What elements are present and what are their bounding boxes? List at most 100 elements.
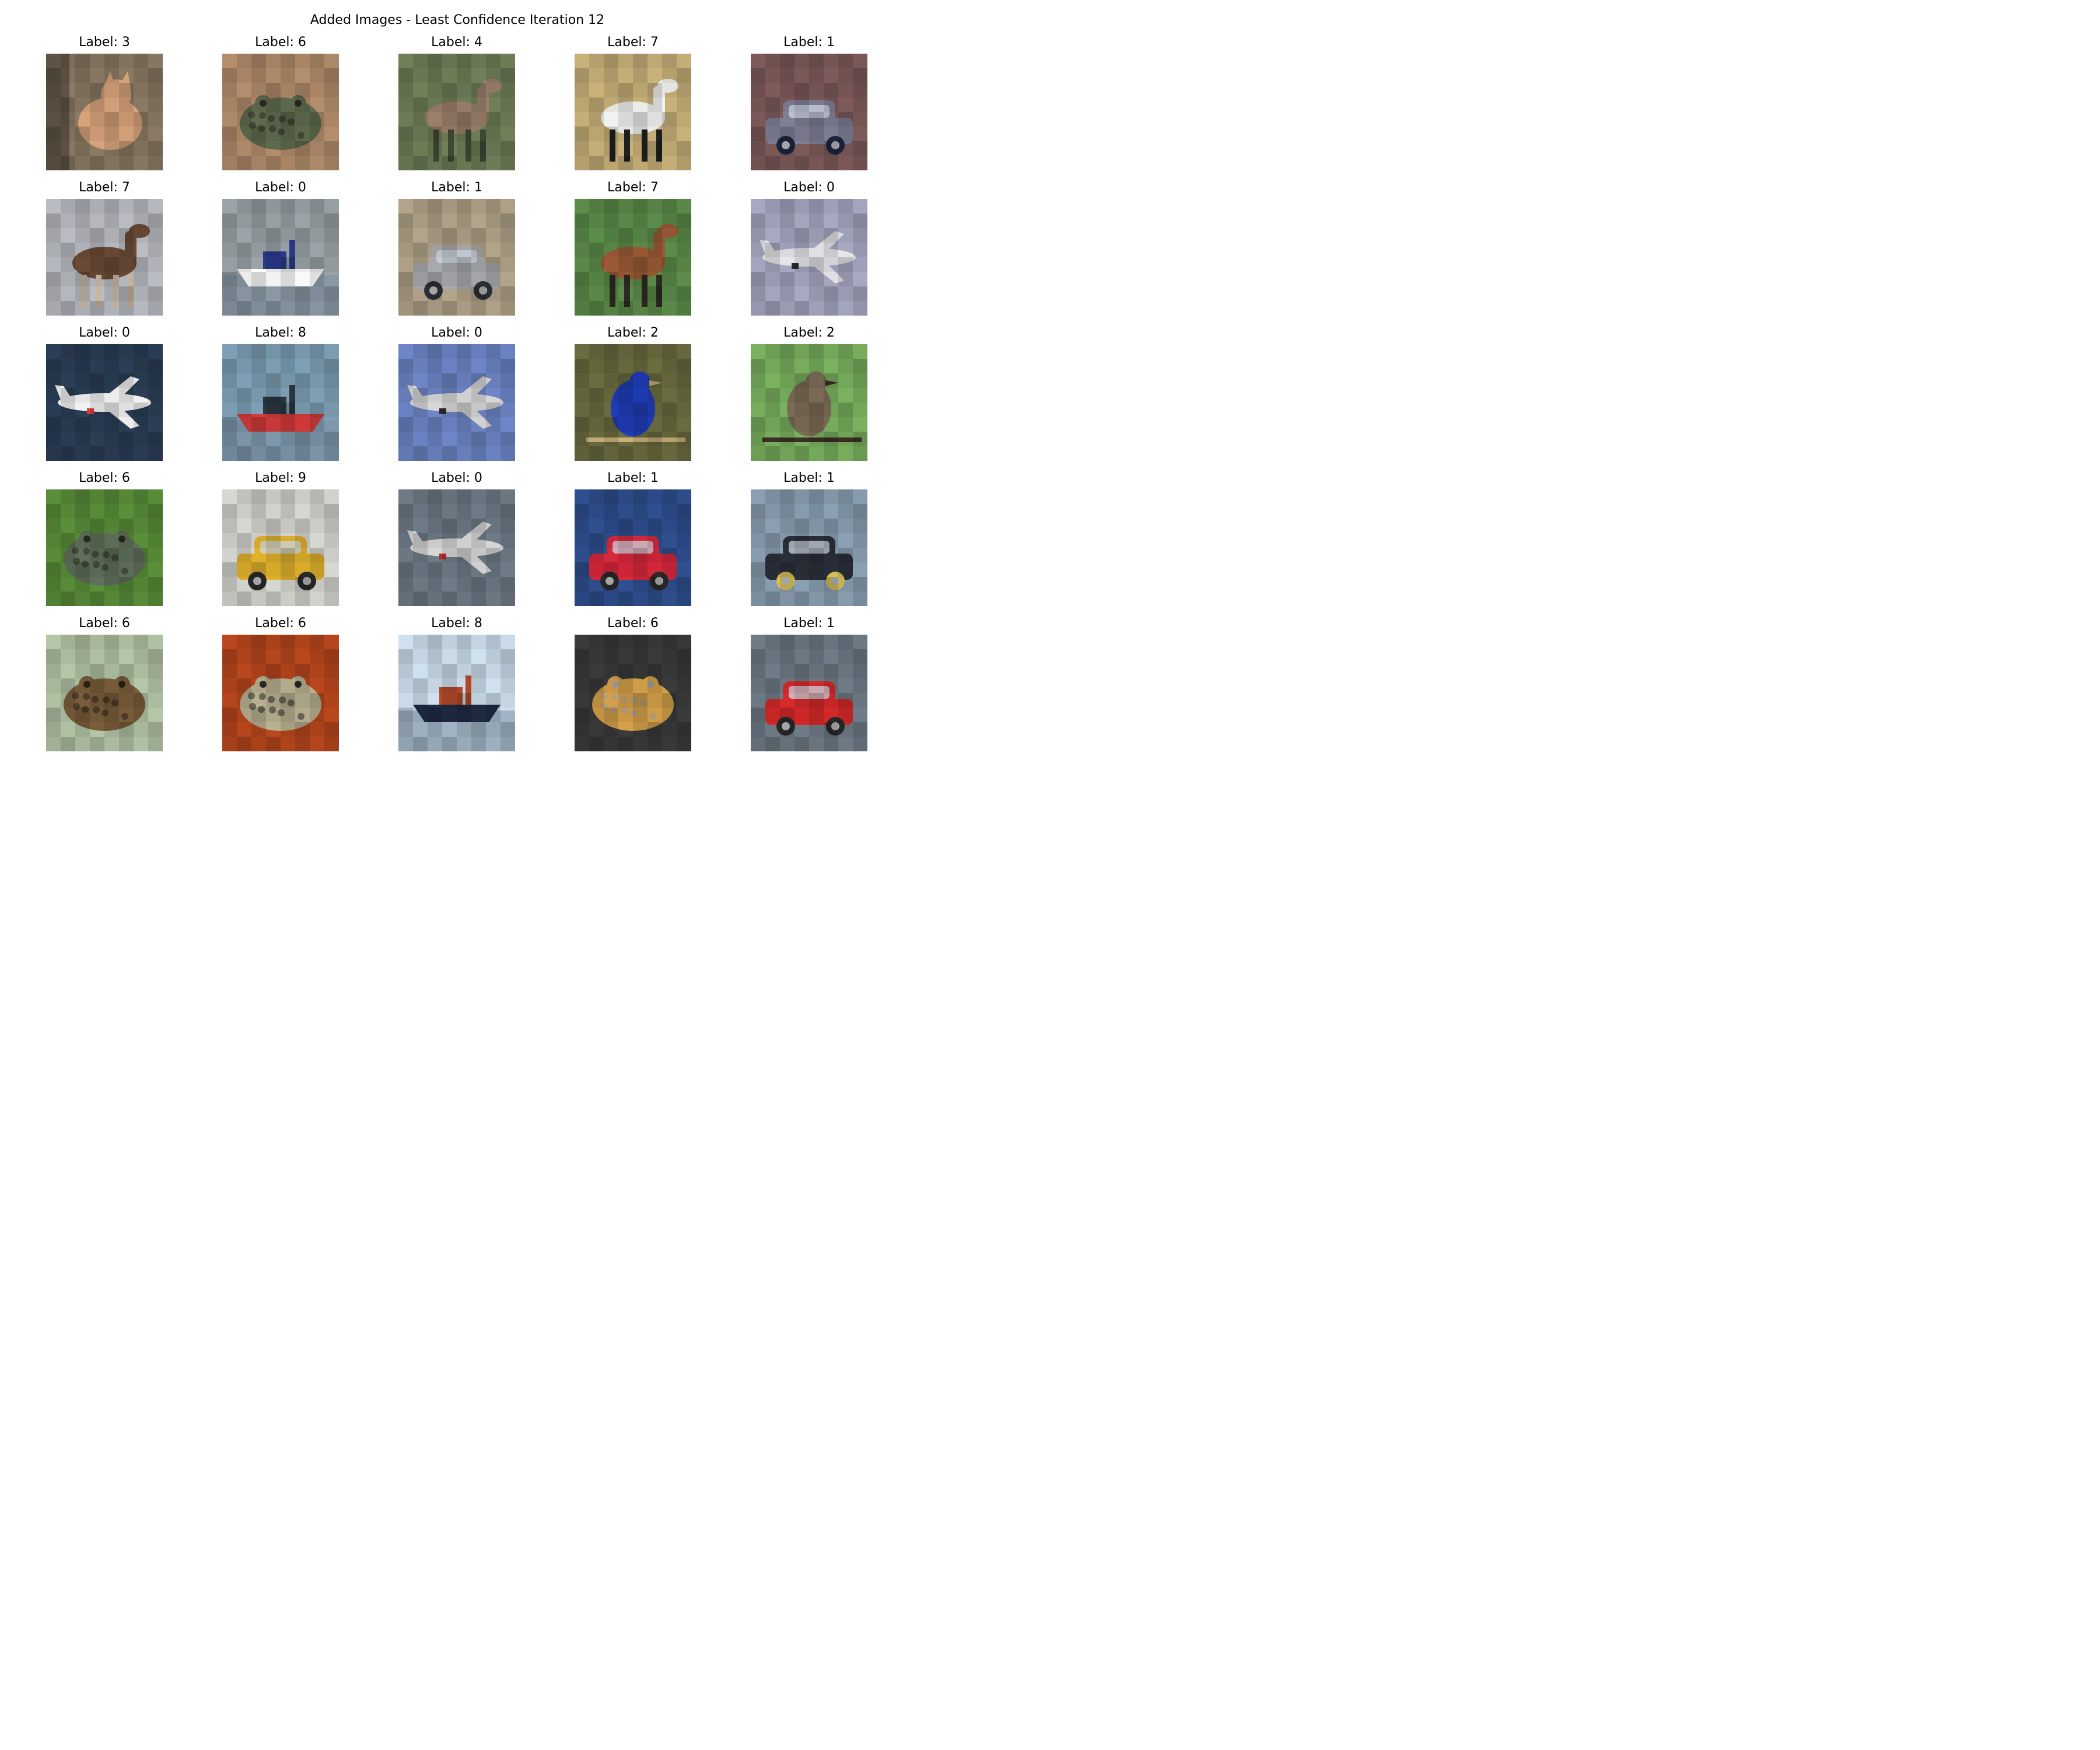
frog-image — [222, 54, 339, 170]
image-label: Label: 8 — [431, 616, 482, 631]
image-cell: Label: 4 — [398, 35, 515, 170]
bird-image — [751, 344, 867, 461]
automobile-image — [575, 489, 691, 606]
image-cell: Label: 0 — [398, 471, 515, 606]
image-cell: Label: 6 — [46, 616, 163, 751]
image-thumbnail — [575, 635, 691, 751]
image-thumbnail — [751, 199, 867, 316]
image-cell: Label: 7 — [575, 180, 691, 316]
image-thumbnail — [222, 344, 339, 461]
automobile-image — [751, 635, 867, 751]
image-cell: Label: 6 — [222, 616, 339, 751]
image-cell: Label: 1 — [751, 35, 867, 170]
image-label: Label: 6 — [255, 616, 306, 631]
image-cell: Label: 2 — [575, 326, 691, 461]
frog-image — [46, 489, 163, 606]
image-cell: Label: 7 — [46, 180, 163, 316]
image-label: Label: 6 — [79, 471, 130, 485]
automobile-image — [398, 199, 515, 316]
horse-image — [575, 54, 691, 170]
image-label: Label: 4 — [431, 35, 482, 50]
automobile-image — [751, 54, 867, 170]
deer-image — [398, 54, 515, 170]
image-thumbnail — [398, 54, 515, 170]
horse-image — [46, 199, 163, 316]
horse-image — [575, 199, 691, 316]
image-thumbnail — [751, 489, 867, 606]
image-label: Label: 7 — [607, 180, 659, 195]
image-thumbnail — [575, 199, 691, 316]
truck-image — [222, 489, 339, 606]
image-thumbnail — [222, 489, 339, 606]
boat-image — [222, 199, 339, 316]
image-thumbnail — [46, 489, 163, 606]
airplane-image — [398, 489, 515, 606]
image-thumbnail — [751, 344, 867, 461]
image-cell: Label: 8 — [398, 616, 515, 751]
image-cell: Label: 6 — [222, 35, 339, 170]
image-label: Label: 0 — [783, 180, 835, 195]
image-label: Label: 9 — [255, 471, 306, 485]
image-label: Label: 0 — [255, 180, 306, 195]
automobile-image — [751, 489, 867, 606]
image-label: Label: 2 — [607, 326, 659, 340]
image-label: Label: 3 — [79, 35, 130, 50]
image-label: Label: 1 — [431, 180, 482, 195]
image-label: Label: 0 — [431, 471, 482, 485]
image-cell: Label: 0 — [222, 180, 339, 316]
image-thumbnail — [46, 199, 163, 316]
image-thumbnail — [398, 344, 515, 461]
airplane-image — [46, 344, 163, 461]
image-label: Label: 6 — [79, 616, 130, 631]
image-grid: Label: 3 Label: 6 Label: 4 Label: 7 Label: 1… — [46, 35, 869, 751]
frog-image — [46, 635, 163, 751]
image-thumbnail — [46, 635, 163, 751]
image-label: Label: 1 — [607, 471, 659, 485]
image-thumbnail — [222, 635, 339, 751]
image-label: Label: 6 — [607, 616, 659, 631]
image-cell: Label: 8 — [222, 326, 339, 461]
image-cell: Label: 1 — [751, 471, 867, 606]
airplane-image — [398, 344, 515, 461]
image-label: Label: 0 — [79, 326, 130, 340]
image-cell: Label: 6 — [575, 616, 691, 751]
image-cell: Label: 0 — [398, 326, 515, 461]
bird-image — [575, 344, 691, 461]
image-thumbnail — [222, 199, 339, 316]
airplane-image — [751, 199, 867, 316]
image-thumbnail — [398, 489, 515, 606]
image-thumbnail — [575, 489, 691, 606]
image-label: Label: 1 — [783, 616, 835, 631]
cat-image — [46, 54, 163, 170]
image-thumbnail — [398, 635, 515, 751]
image-label: Label: 0 — [431, 326, 482, 340]
image-thumbnail — [46, 54, 163, 170]
image-cell: Label: 1 — [575, 471, 691, 606]
frog-image — [575, 635, 691, 751]
image-cell: Label: 6 — [46, 471, 163, 606]
image-label: Label: 2 — [783, 326, 835, 340]
frog-image — [222, 635, 339, 751]
boat-image — [222, 344, 339, 461]
image-cell: Label: 9 — [222, 471, 339, 606]
image-thumbnail — [751, 54, 867, 170]
image-thumbnail — [398, 199, 515, 316]
image-cell: Label: 1 — [751, 616, 867, 751]
image-thumbnail — [575, 54, 691, 170]
image-label: Label: 6 — [255, 35, 306, 50]
image-label: Label: 8 — [255, 326, 306, 340]
image-thumbnail — [751, 635, 867, 751]
image-cell: Label: 7 — [575, 35, 691, 170]
image-cell: Label: 3 — [46, 35, 163, 170]
image-label: Label: 7 — [607, 35, 659, 50]
image-cell: Label: 2 — [751, 326, 867, 461]
image-label: Label: 1 — [783, 471, 835, 485]
image-thumbnail — [222, 54, 339, 170]
image-cell: Label: 1 — [398, 180, 515, 316]
image-thumbnail — [575, 344, 691, 461]
ship-image — [398, 635, 515, 751]
image-label: Label: 7 — [79, 180, 130, 195]
image-cell: Label: 0 — [46, 326, 163, 461]
image-cell: Label: 0 — [751, 180, 867, 316]
figure-title: Added Images - Least Confidence Iteratio… — [310, 13, 605, 27]
